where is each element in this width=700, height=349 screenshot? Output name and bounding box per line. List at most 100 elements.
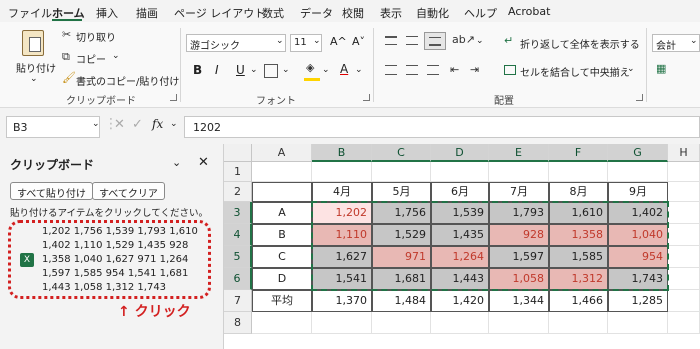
bold-button[interactable]: B (193, 63, 202, 77)
tab-insert[interactable]: 挿入 (96, 5, 118, 21)
column-header-c[interactable]: C (372, 144, 431, 162)
data-cell[interactable]: 1,529 (372, 224, 431, 246)
formula-input[interactable]: 1202 (184, 116, 700, 138)
cell-empty[interactable] (312, 312, 372, 334)
data-cell[interactable]: 1,585 (549, 246, 608, 268)
tab-formulas[interactable]: 数式 (262, 5, 284, 21)
cell-empty[interactable] (431, 162, 489, 182)
data-cell[interactable]: 1,610 (549, 202, 608, 224)
cell-empty[interactable] (668, 246, 700, 268)
borders-icon[interactable] (264, 64, 278, 78)
align-left-icon[interactable] (385, 65, 397, 75)
data-cell[interactable]: 1,743 (608, 268, 668, 290)
decrease-indent-icon[interactable]: ⇤ (450, 63, 459, 76)
data-cell[interactable]: 1,435 (431, 224, 489, 246)
cell-empty[interactable] (668, 224, 700, 246)
cell-empty[interactable] (668, 312, 700, 334)
row-header-7[interactable]: 7 (224, 290, 252, 312)
row-header-3[interactable]: 3 (224, 202, 252, 224)
merge-center-button[interactable]: セルを結合して中央揃え (520, 64, 630, 79)
cell-month-header[interactable]: 5月 (372, 182, 431, 202)
grow-font-icon[interactable]: A^ (330, 35, 347, 48)
data-cell[interactable]: 1,058 (489, 268, 549, 290)
data-cell[interactable]: 1,358 (549, 224, 608, 246)
column-header-d[interactable]: D (431, 144, 489, 162)
data-cell[interactable]: 1,443 (431, 268, 489, 290)
pane-close-icon[interactable]: ✕ (198, 155, 209, 170)
cell-empty[interactable] (608, 312, 668, 334)
font-size-dropdown-icon[interactable]: ⌄ (313, 36, 321, 46)
cell-month-header[interactable]: 7月 (489, 182, 549, 202)
cell-empty[interactable] (372, 162, 431, 182)
tab-review[interactable]: 校閲 (342, 5, 364, 21)
data-cell[interactable]: 1,040 (608, 224, 668, 246)
tab-file[interactable]: ファイル (8, 5, 52, 21)
data-cell[interactable]: 1,756 (372, 202, 431, 224)
cell-average-value[interactable]: 1,420 (431, 290, 489, 312)
data-cell[interactable]: 1,312 (549, 268, 608, 290)
data-cell[interactable]: 1,264 (431, 246, 489, 268)
merge-dropdown-icon[interactable]: ⌄ (627, 64, 635, 74)
confirm-entry-icon[interactable]: ✓ (132, 117, 143, 132)
data-cell[interactable]: 954 (608, 246, 668, 268)
cell-average-label[interactable]: 平均 (252, 290, 312, 312)
cell-empty[interactable] (668, 162, 700, 182)
align-top-icon[interactable] (385, 36, 397, 45)
active-cell[interactable]: 1,202 (312, 202, 372, 224)
accounting-format-icon[interactable]: ▦ (656, 62, 666, 75)
format-painter-button[interactable]: 書式のコピー/貼り付け (76, 73, 179, 88)
alignment-launcher-icon[interactable] (636, 94, 643, 101)
column-header-a[interactable]: A (252, 144, 312, 162)
wrap-text-button[interactable]: 折り返して全体を表示する (520, 36, 640, 51)
cell-average-value[interactable]: 1,285 (608, 290, 668, 312)
insert-function-button[interactable]: fx (152, 117, 163, 131)
column-header-f[interactable]: F (549, 144, 608, 162)
cell-empty[interactable] (489, 162, 549, 182)
font-color-dropdown-icon[interactable]: ⌄ (355, 65, 363, 75)
align-center-icon[interactable] (406, 65, 418, 75)
clear-all-button[interactable]: すべてクリア (92, 182, 165, 200)
copy-button[interactable]: コピー (76, 51, 106, 66)
data-cell[interactable]: 1,793 (489, 202, 549, 224)
underline-dropdown-icon[interactable]: ⌄ (250, 65, 258, 75)
column-header-b[interactable]: B (312, 144, 372, 162)
paste-button[interactable]: 貼り付け (16, 60, 56, 75)
cell-month-header[interactable]: 9月 (608, 182, 668, 202)
cell-average-value[interactable]: 1,344 (489, 290, 549, 312)
align-middle-icon[interactable] (406, 36, 418, 45)
cancel-entry-icon[interactable]: ✕ (114, 117, 125, 132)
cell-row-label[interactable]: A (252, 202, 312, 224)
column-header-e[interactable]: E (489, 144, 549, 162)
column-header-g[interactable]: G (608, 144, 668, 162)
fx-dropdown-icon[interactable]: ⌄ (170, 119, 178, 129)
align-bottom-button[interactable] (424, 32, 446, 50)
shrink-font-icon[interactable]: A˅ (352, 35, 365, 48)
data-cell[interactable]: 1,627 (312, 246, 372, 268)
data-cell[interactable]: 928 (489, 224, 549, 246)
select-all-corner[interactable] (224, 144, 252, 162)
cell-empty[interactable] (431, 312, 489, 334)
cell-header-blank[interactable] (252, 182, 312, 202)
cell-month-header[interactable]: 4月 (312, 182, 372, 202)
cell-month-header[interactable]: 8月 (549, 182, 608, 202)
font-name-dropdown-icon[interactable]: ⌄ (276, 36, 284, 46)
cell-row-label[interactable]: B (252, 224, 312, 246)
cell-empty[interactable] (252, 162, 312, 182)
borders-dropdown-icon[interactable]: ⌄ (282, 65, 290, 75)
cell-empty[interactable] (668, 182, 700, 202)
tab-page-layout[interactable]: ページ レイアウト (174, 5, 265, 21)
data-cell[interactable]: 971 (372, 246, 431, 268)
cell-empty[interactable] (252, 312, 312, 334)
cell-row-label[interactable]: C (252, 246, 312, 268)
increase-indent-icon[interactable]: ⇥ (470, 63, 479, 76)
paste-all-button[interactable]: すべて貼り付け (10, 182, 93, 200)
row-header-2[interactable]: 2 (224, 182, 252, 202)
row-header-8[interactable]: 8 (224, 312, 252, 334)
cell-empty[interactable] (372, 312, 431, 334)
fill-color-dropdown-icon[interactable]: ⌄ (322, 65, 330, 75)
pane-options-icon[interactable]: ⌄ (172, 156, 181, 169)
name-box-dropdown-icon[interactable]: ⌄ (92, 119, 100, 129)
tab-view[interactable]: 表示 (380, 5, 402, 21)
font-name-select[interactable]: 游ゴシック (186, 34, 286, 52)
cell-empty[interactable] (549, 312, 608, 334)
